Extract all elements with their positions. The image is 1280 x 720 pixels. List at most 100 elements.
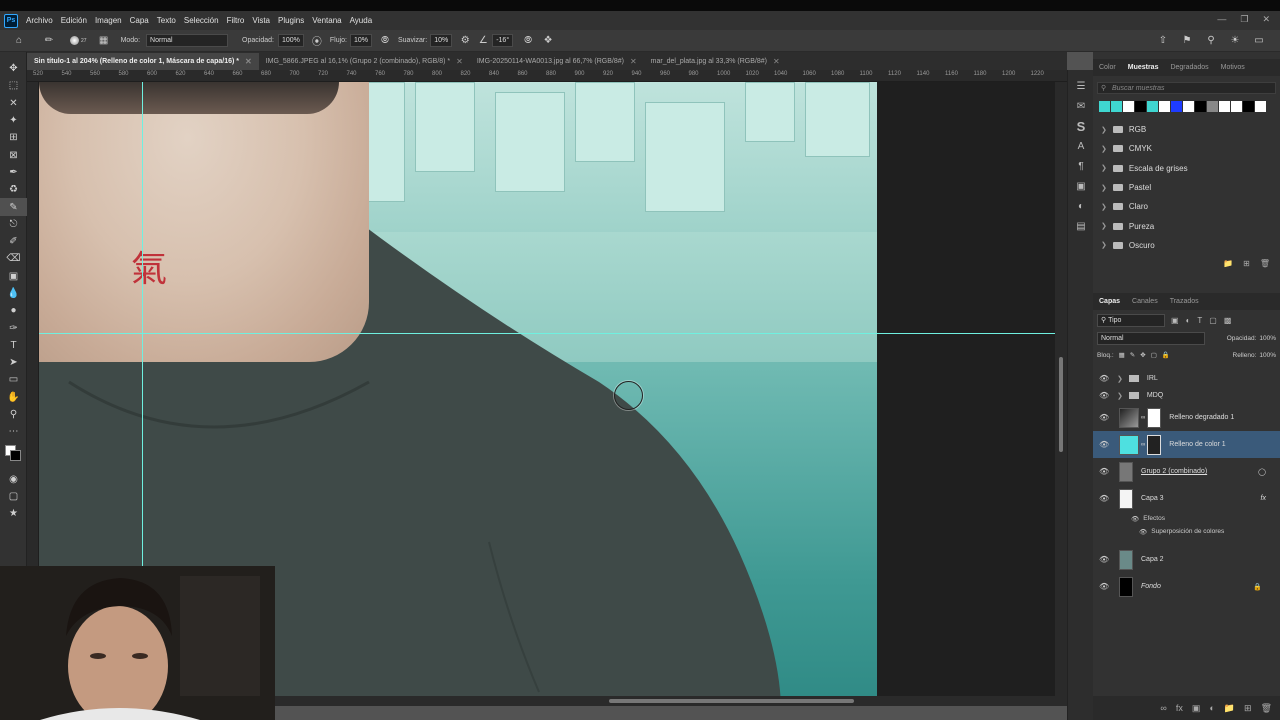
- swatch-folder-claro[interactable]: ❯ Claro: [1093, 197, 1280, 216]
- blur-tool-icon[interactable]: 💧: [0, 285, 27, 302]
- gradient-tool-icon[interactable]: ▣: [0, 268, 27, 285]
- layer-mask-thumbnail[interactable]: [1147, 407, 1162, 428]
- menu-vista[interactable]: Vista: [252, 16, 270, 25]
- tab-trazados[interactable]: Trazados: [1164, 298, 1205, 305]
- lasso-tool-icon[interactable]: ✕: [0, 95, 27, 112]
- frame-tool-icon[interactable]: ⊠: [0, 146, 27, 163]
- airbrush-icon[interactable]: ⦾: [378, 34, 392, 48]
- layer-group-mdq[interactable]: 👁 ❯ MDQ: [1093, 387, 1280, 404]
- swatch-4[interactable]: [1147, 101, 1158, 112]
- swatch-folder-pastel[interactable]: ❯ Pastel: [1093, 178, 1280, 197]
- generative-icon[interactable]: ★: [0, 505, 27, 522]
- eye-icon[interactable]: 👁: [1099, 413, 1111, 422]
- swatch-10[interactable]: [1219, 101, 1230, 112]
- more-tools-icon[interactable]: ⋯: [0, 423, 27, 440]
- swatch-1[interactable]: [1111, 101, 1122, 112]
- quick-select-tool-icon[interactable]: ✦: [0, 112, 27, 129]
- history-brush-tool-icon[interactable]: ✐: [0, 233, 27, 250]
- eye-icon[interactable]: 👁: [1131, 515, 1139, 523]
- healing-tool-icon[interactable]: ♻: [0, 181, 27, 198]
- lock-pixels-icon[interactable]: ▦: [1119, 351, 1125, 359]
- crop-tool-icon[interactable]: ⊞: [0, 129, 27, 146]
- quick-mask-icon[interactable]: ◉: [0, 471, 27, 488]
- tab-motivos[interactable]: Motivos: [1215, 64, 1251, 71]
- swatches-search-input[interactable]: ⚲ Buscar muestras: [1097, 82, 1276, 94]
- layer-capa-3[interactable]: 👁 Capa 3 fx: [1093, 485, 1280, 512]
- search-icon[interactable]: ⚲: [1204, 34, 1218, 48]
- angle-field[interactable]: -16°: [492, 34, 514, 47]
- new-layer-icon[interactable]: ⊞: [1244, 703, 1252, 714]
- swatch-folder-cmyk[interactable]: ❯ CMYK: [1093, 139, 1280, 158]
- new-group-icon[interactable]: 📁: [1224, 703, 1235, 714]
- swatch-folder-grayscale[interactable]: ❯ Escala de grises: [1093, 159, 1280, 178]
- menu-ayuda[interactable]: Ayuda: [350, 16, 373, 25]
- link-layers-icon[interactable]: ∞: [1160, 703, 1166, 713]
- close-icon[interactable]: ✕: [245, 57, 252, 66]
- swatch-folder-rgb[interactable]: ❯ RGB: [1093, 120, 1280, 139]
- layer-color-fill[interactable]: 👁 ∞ Relleno de color 1: [1093, 431, 1280, 458]
- tab-capas[interactable]: Capas: [1093, 298, 1126, 305]
- layer-gradient-fill[interactable]: 👁 ∞ Relleno degradado 1: [1093, 404, 1280, 431]
- character-icon[interactable]: A: [1068, 136, 1094, 156]
- brush-settings-icon[interactable]: ▦: [97, 34, 111, 48]
- tab-muestras[interactable]: Muestras: [1122, 64, 1165, 71]
- tab-canales[interactable]: Canales: [1126, 298, 1164, 305]
- tab-document-1[interactable]: Sin título-1 al 204% (Relleno de color 1…: [27, 53, 259, 70]
- move-tool-icon[interactable]: ✥: [0, 60, 27, 77]
- bell-icon[interactable]: ⚑: [1180, 34, 1194, 48]
- type-tool-icon[interactable]: T: [0, 337, 27, 354]
- eraser-tool-icon[interactable]: ⌫: [0, 250, 27, 267]
- restore-icon[interactable]: ❐: [1240, 14, 1248, 25]
- chevron-right-icon[interactable]: ❯: [1117, 375, 1123, 383]
- menu-edicion[interactable]: Edición: [61, 16, 87, 25]
- eye-icon[interactable]: 👁: [1099, 582, 1111, 591]
- smoothing-field[interactable]: 10%: [430, 34, 453, 47]
- blend-mode-select[interactable]: Normal: [1097, 331, 1205, 345]
- properties-icon[interactable]: ☰: [1068, 76, 1094, 96]
- tab-document-4[interactable]: mar_del_plata.jpg al 33,3% (RGB/8#) ✕: [644, 53, 787, 70]
- tab-document-3[interactable]: IMG-20250114-WA0013.jpg al 66,7% (RGB/8#…: [470, 53, 644, 70]
- new-group-icon[interactable]: 📁: [1223, 259, 1233, 268]
- swatch-0[interactable]: [1099, 101, 1110, 112]
- close-icon[interactable]: ✕: [773, 57, 780, 66]
- paragraph-icon[interactable]: ¶: [1068, 156, 1094, 176]
- gear-icon[interactable]: ⚙: [458, 34, 472, 48]
- new-swatch-icon[interactable]: ⊞: [1243, 259, 1250, 268]
- minimize-icon[interactable]: —: [1217, 14, 1226, 25]
- menu-imagen[interactable]: Imagen: [95, 16, 122, 25]
- tab-document-2[interactable]: IMG_5866.JPEG al 16,1% (Grupo 2 (combina…: [259, 53, 470, 70]
- eye-icon[interactable]: 👁: [1099, 440, 1111, 449]
- guide-horizontal[interactable]: [39, 333, 1055, 334]
- image-filter-icon[interactable]: ▣: [1171, 316, 1179, 325]
- zoom-tool-icon[interactable]: ⚲: [0, 406, 27, 423]
- workspace-icon[interactable]: ▭: [1252, 34, 1266, 48]
- path-select-tool-icon[interactable]: ➤: [0, 354, 27, 371]
- opacity-field[interactable]: 100%: [277, 34, 304, 47]
- menu-archivo[interactable]: Archivo: [26, 16, 53, 25]
- vertical-scrollbar[interactable]: [1055, 82, 1067, 706]
- menu-ventana[interactable]: Ventana: [312, 16, 341, 25]
- eye-icon[interactable]: 👁: [1099, 374, 1111, 383]
- tab-degradados[interactable]: Degradados: [1164, 64, 1214, 71]
- shape-filter-icon[interactable]: ▢: [1209, 316, 1217, 325]
- swatch-12[interactable]: [1243, 101, 1254, 112]
- dodge-tool-icon[interactable]: ●: [0, 302, 27, 319]
- close-icon[interactable]: ✕: [1262, 14, 1270, 25]
- menu-seleccion[interactable]: Selección: [184, 16, 219, 25]
- scroll-thumb[interactable]: [1059, 357, 1063, 452]
- mode-select[interactable]: Normal: [146, 34, 229, 47]
- discover-icon[interactable]: ☀: [1228, 34, 1242, 48]
- pressure-size-icon[interactable]: ⦾: [521, 34, 535, 48]
- lock-move-icon[interactable]: ✥: [1140, 351, 1145, 359]
- swatch-folder-oscuro[interactable]: ❯ Oscuro: [1093, 236, 1280, 255]
- fx-icon[interactable]: fx: [1176, 703, 1183, 713]
- menu-texto[interactable]: Texto: [157, 16, 176, 25]
- eye-icon[interactable]: 👁: [1099, 467, 1111, 476]
- layer-fill[interactable]: Relleno: 100%: [1233, 352, 1276, 359]
- layer-filter-select[interactable]: ⚲ Tipo: [1097, 313, 1165, 327]
- screen-mode-icon[interactable]: ▢: [0, 488, 27, 505]
- swatch-2[interactable]: [1123, 101, 1134, 112]
- close-icon[interactable]: ✕: [630, 57, 637, 66]
- menu-filtro[interactable]: Filtro: [227, 16, 245, 25]
- symmetry-icon[interactable]: ❖: [541, 34, 555, 48]
